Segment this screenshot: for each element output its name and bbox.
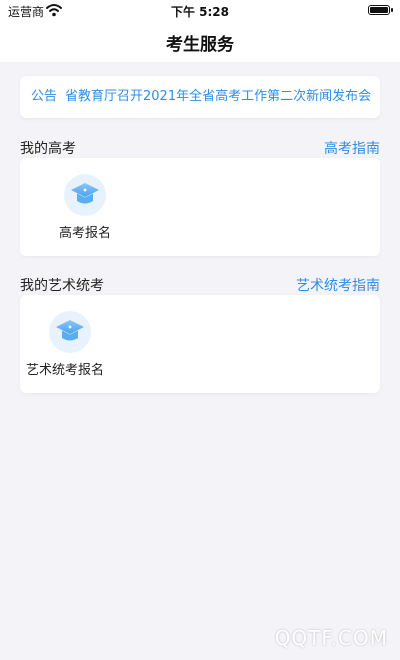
section-header-gaokao: 我的高考 高考指南 xyxy=(20,138,380,158)
watermark: QQTF.COM xyxy=(274,626,388,650)
section-title-gaokao: 我的高考 xyxy=(20,141,76,157)
gaokao-register-item[interactable]: 高考报名 xyxy=(35,158,135,256)
battery-icon xyxy=(368,5,393,15)
notice-text: 省教育厅召开2021年全省高考工作第二次新闻发布会 xyxy=(65,89,372,104)
section-header-art: 我的艺术统考 艺术统考指南 xyxy=(20,275,380,295)
gaokao-register-label: 高考报名 xyxy=(58,226,111,241)
notice-banner[interactable]: 公告 省教育厅召开2021年全省高考工作第二次新闻发布会 xyxy=(20,76,380,118)
status-time: 下午 5:28 xyxy=(170,5,230,19)
notice-tag: 公告 xyxy=(31,89,58,104)
gaokao-guide-link[interactable]: 高考指南 xyxy=(324,138,380,158)
art-guide-link[interactable]: 艺术统考指南 xyxy=(296,275,380,295)
gaokao-card: 高考报名 xyxy=(20,158,380,256)
art-register-label: 艺术统考报名 xyxy=(25,363,104,378)
section-title-art: 我的艺术统考 xyxy=(20,278,104,294)
page-title: 考生服务 xyxy=(166,35,234,55)
art-card: 艺术统考报名 xyxy=(20,295,380,393)
art-register-item[interactable]: 艺术统考报名 xyxy=(15,295,115,393)
graduation-cap-icon xyxy=(64,174,106,216)
nav-bar: 考生服务 xyxy=(0,22,400,62)
graduation-cap-icon xyxy=(49,311,91,353)
status-bar: 运营商 下午 5:28 xyxy=(0,0,400,22)
